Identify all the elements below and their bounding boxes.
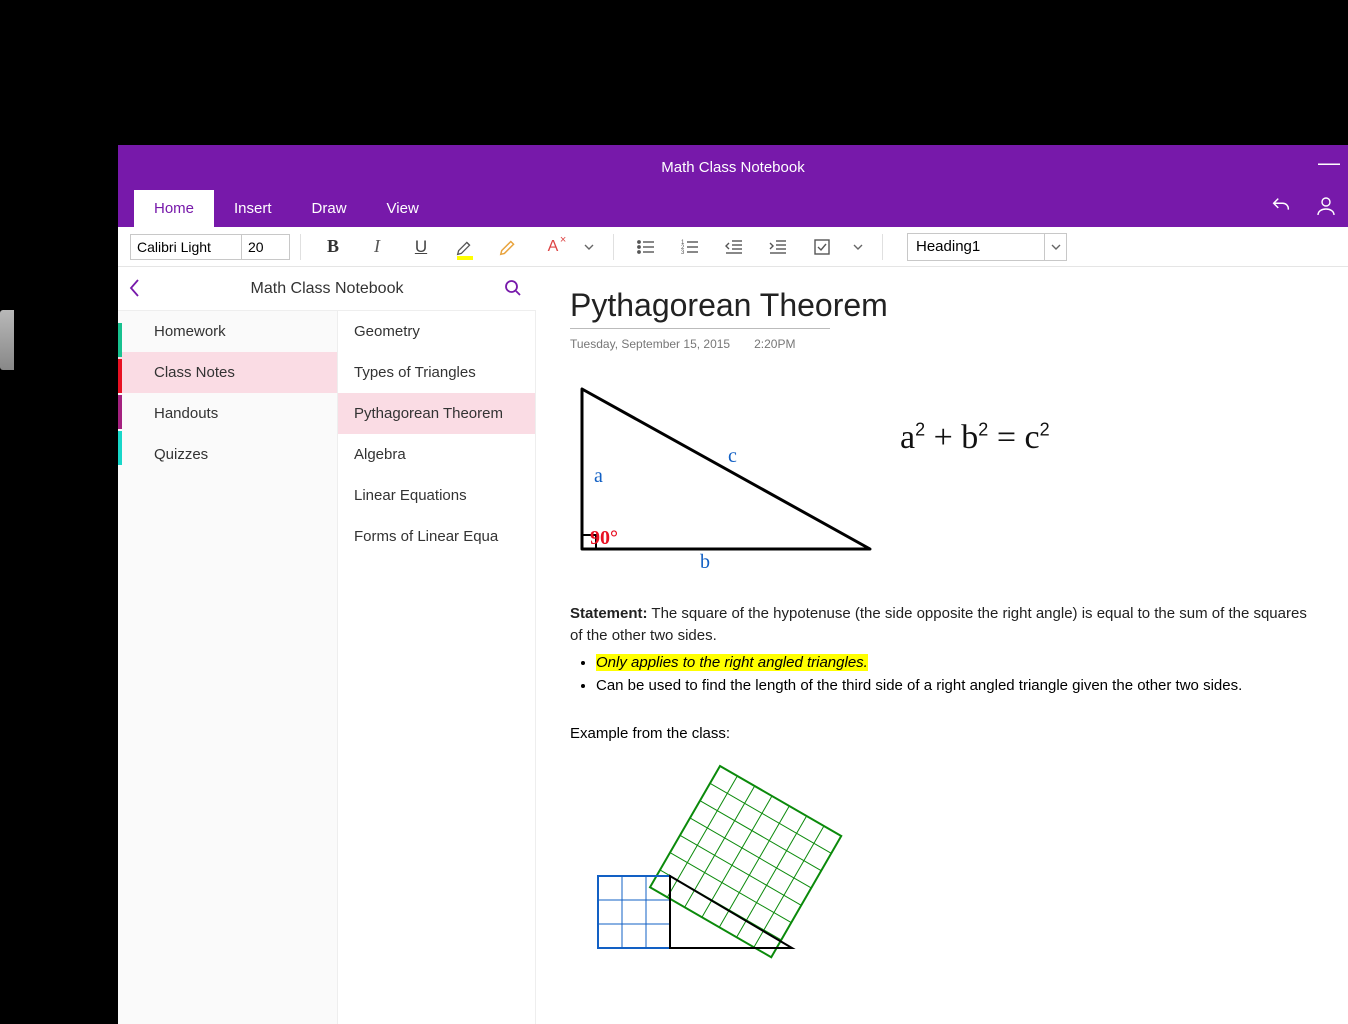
tab-draw[interactable]: Draw [292,190,367,227]
numbered-list-button[interactable]: 123 [672,229,708,265]
font-more-dropdown[interactable] [579,229,599,265]
triangle-drawing: a b c 90° a2 + b2 = c2 [570,379,1314,589]
page-item[interactable]: Forms of Linear Equa [338,516,535,557]
tab-home[interactable]: Home [134,190,214,227]
todo-tag-button[interactable] [804,229,840,265]
ribbon: Calibri Light 20 B I U A× [118,227,1348,267]
search-button[interactable] [504,279,522,302]
ink-button[interactable] [491,229,527,265]
tab-view[interactable]: View [367,190,439,227]
statement-text[interactable]: Statement: The square of the hypotenuse … [570,603,1314,647]
font-size-selector[interactable]: 20 [242,234,290,260]
page-item[interactable]: Geometry [338,311,535,352]
highlighted-text: Only applies to the right angled triangl… [596,654,868,671]
page-item[interactable]: Algebra [338,434,535,475]
page-title[interactable]: Pythagorean Theorem [570,287,1314,324]
svg-text:3: 3 [681,250,685,256]
note-canvas[interactable]: Pythagorean Theorem Tuesday, September 1… [536,267,1348,1024]
increase-indent-button[interactable] [760,229,796,265]
navigator-title: Math Class Notebook [251,280,404,298]
page-item[interactable]: Pythagorean Theorem [338,393,535,434]
italic-button[interactable]: I [359,229,395,265]
bullet-item[interactable]: Can be used to find the length of the th… [596,674,1314,697]
ribbon-tabs: Home Insert Draw View [118,189,1348,227]
section-item[interactable]: Class Notes [118,352,337,393]
statement-body: The square of the hypotenuse (the side o… [570,605,1307,644]
example-label: Example from the class: [570,725,1314,742]
section-item[interactable]: Quizzes [118,434,337,475]
section-item[interactable]: Handouts [118,393,337,434]
titlebar: Math Class Notebook — Home Insert Draw V… [118,145,1348,227]
account-button[interactable] [1314,194,1338,223]
triangle-label-c: c [728,445,737,468]
section-tab-color[interactable] [118,431,122,465]
highlight-button[interactable] [447,229,483,265]
page-item[interactable]: Types of Triangles [338,352,535,393]
section-tab-color[interactable] [118,395,122,429]
triangle-label-b: b [700,551,710,574]
decrease-indent-button[interactable] [716,229,752,265]
note-date: Tuesday, September 15, 2015 [570,337,730,351]
back-button[interactable] [128,277,142,304]
style-selector[interactable]: Heading1 [907,233,1045,261]
bold-button[interactable]: B [315,229,351,265]
section-tab-color[interactable] [118,323,122,357]
clear-formatting-button[interactable]: A× [535,229,571,265]
triangle-label-angle: 90° [590,527,618,550]
triangle-label-a: a [594,465,603,488]
page-list: Geometry Types of Triangles Pythagorean … [338,311,536,1024]
undo-button[interactable] [1270,195,1292,222]
tab-insert[interactable]: Insert [214,190,292,227]
section-tab-color[interactable] [118,359,122,393]
statement-label: Statement: [570,605,648,622]
underline-button[interactable]: U [403,229,439,265]
bulleted-list-button[interactable] [628,229,664,265]
navigator-header: Math Class Notebook [118,267,536,311]
note-time: 2:20PM [754,337,795,351]
formula-ink: a2 + b2 = c2 [900,419,1050,457]
paragraph-more-dropdown[interactable] [848,229,868,265]
style-dropdown[interactable] [1045,233,1067,261]
example-drawing [570,756,1314,981]
section-list: Homework Class Notes Handouts Quizzes [118,311,338,1024]
font-name-selector[interactable]: Calibri Light [130,234,242,260]
bullet-item[interactable]: Only applies to the right angled triangl… [596,651,1314,674]
onenote-window: Math Class Notebook — Home Insert Draw V… [118,145,1348,1024]
section-color-tabs [118,323,122,465]
page-item[interactable]: Linear Equations [338,475,535,516]
section-item[interactable]: Homework [118,311,337,352]
app-title: Math Class Notebook [661,159,804,176]
